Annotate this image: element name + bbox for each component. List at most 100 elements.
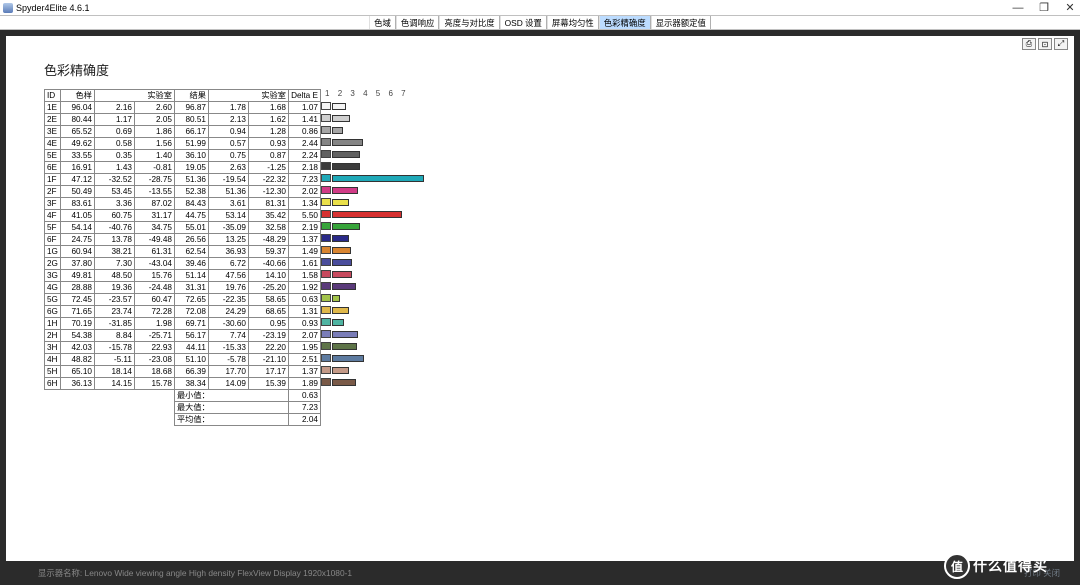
table-row: 3G49.8148.5015.7651.1447.5614.101.58	[45, 270, 321, 282]
fit-icon[interactable]: ⊡	[1038, 38, 1052, 50]
table-row: 5G72.45-23.5760.4772.65-22.3558.650.63	[45, 294, 321, 306]
color-swatch	[321, 102, 331, 110]
color-swatch	[321, 258, 331, 266]
delta-e-bar	[332, 355, 364, 362]
cell-b: 48.50	[94, 270, 134, 282]
cell-f: -48.29	[248, 234, 288, 246]
delta-e-bar	[332, 379, 356, 386]
tab-brightness-contrast[interactable]: 亮度与对比度	[439, 16, 499, 29]
bar-row	[321, 124, 424, 136]
table-header-row: ID 色样 实验室 结果 实验室 Delta E	[45, 90, 321, 102]
tab-tone-response[interactable]: 色调响应	[396, 16, 440, 29]
table-row: 5F54.14-40.7634.7555.01-35.0932.582.19	[45, 222, 321, 234]
cell-e: 0.94	[208, 126, 248, 138]
tab-osd-settings[interactable]: OSD 设置	[500, 16, 547, 29]
cell-delta-e: 1.41	[288, 114, 320, 126]
cell-f: 32.58	[248, 222, 288, 234]
sheet-toolbar: ⎙ ⊡ ⤢	[1022, 38, 1068, 50]
axis-tick: 6	[384, 89, 397, 100]
table-row: 2E80.441.172.0580.512.131.621.41	[45, 114, 321, 126]
cell-id: 2E	[45, 114, 61, 126]
summary-min-value: 0.63	[288, 390, 320, 402]
cell-f: 81.31	[248, 198, 288, 210]
cell-e: 1.78	[208, 102, 248, 114]
tab-rating[interactable]: 显示器额定值	[651, 16, 711, 29]
bar-row	[321, 316, 424, 328]
tab-uniformity[interactable]: 屏幕均匀性	[547, 16, 599, 29]
cell-e: -5.78	[208, 354, 248, 366]
bar-row	[321, 208, 424, 220]
table-row: 2F50.4953.45-13.5552.3851.36-12.302.02	[45, 186, 321, 198]
color-swatch	[321, 174, 331, 182]
color-swatch	[321, 330, 331, 338]
cell-delta-e: 7.23	[288, 174, 320, 186]
delta-e-bar	[332, 223, 360, 230]
cell-f: 0.95	[248, 318, 288, 330]
delta-e-bar	[332, 211, 402, 218]
cell-e: 14.09	[208, 378, 248, 390]
cell-c: -13.55	[134, 186, 174, 198]
status-bar: 显示器名称: Lenovo Wide viewing angle High de…	[38, 567, 1060, 579]
cell-e: 47.56	[208, 270, 248, 282]
bar-row	[321, 136, 424, 148]
bar-row	[321, 292, 424, 304]
cell-c: 18.68	[134, 366, 174, 378]
maximize-button[interactable]: ❐	[1037, 1, 1051, 14]
delta-e-bar	[332, 259, 352, 266]
tab-color-accuracy[interactable]: 色彩精确度	[599, 16, 651, 29]
cell-d: 72.65	[174, 294, 208, 306]
table-row: 1G60.9438.2161.3162.5436.9359.371.49	[45, 246, 321, 258]
cell-delta-e: 1.31	[288, 306, 320, 318]
cell-a: 48.82	[60, 354, 94, 366]
color-swatch	[321, 306, 331, 314]
cell-id: 5G	[45, 294, 61, 306]
color-swatch	[321, 126, 331, 134]
delta-e-bar-chart: 1 2 3 4 5 6 7	[321, 89, 424, 388]
cell-delta-e: 1.58	[288, 270, 320, 282]
cell-e: -22.35	[208, 294, 248, 306]
bar-row	[321, 244, 424, 256]
cell-a: 96.04	[60, 102, 94, 114]
table-row: 6E16.911.43-0.8119.052.63-1.252.18	[45, 162, 321, 174]
print-icon[interactable]: ⎙	[1022, 38, 1036, 50]
cell-id: 6G	[45, 306, 61, 318]
summary-max-row: 最大值： 7.23	[45, 402, 321, 414]
cell-a: 54.14	[60, 222, 94, 234]
cell-d: 51.99	[174, 138, 208, 150]
cell-a: 42.03	[60, 342, 94, 354]
cell-b: -31.85	[94, 318, 134, 330]
cell-id: 5F	[45, 222, 61, 234]
cell-c: 1.40	[134, 150, 174, 162]
cell-delta-e: 2.19	[288, 222, 320, 234]
cell-delta-e: 2.07	[288, 330, 320, 342]
cell-c: 72.28	[134, 306, 174, 318]
bar-row	[321, 340, 424, 352]
cell-id: 6E	[45, 162, 61, 174]
delta-e-bar	[332, 103, 346, 110]
window-title: Spyder4Elite 4.6.1	[16, 3, 90, 13]
cell-a: 37.80	[60, 258, 94, 270]
minimize-button[interactable]: —	[1011, 2, 1025, 14]
watermark-icon: 值	[944, 553, 970, 579]
summary-min-row: 最小值： 0.63	[45, 390, 321, 402]
close-button[interactable]: ✕	[1063, 1, 1077, 14]
cell-f: -23.19	[248, 330, 288, 342]
cell-d: 51.36	[174, 174, 208, 186]
tab-gamut[interactable]: 色域	[369, 16, 396, 29]
cell-f: 0.93	[248, 138, 288, 150]
cell-c: -25.71	[134, 330, 174, 342]
delta-e-bar	[332, 271, 352, 278]
cell-delta-e: 1.37	[288, 234, 320, 246]
cell-delta-e: 2.51	[288, 354, 320, 366]
bar-axis: 1 2 3 4 5 6 7	[321, 89, 424, 100]
col-id: ID	[45, 90, 61, 102]
table-row: 4H48.82-5.11-23.0851.10-5.78-21.102.51	[45, 354, 321, 366]
cell-d: 66.17	[174, 126, 208, 138]
axis-tick: 5	[372, 89, 385, 100]
cell-d: 52.38	[174, 186, 208, 198]
summary-avg-row: 平均值： 2.04	[45, 414, 321, 426]
cell-id: 3F	[45, 198, 61, 210]
color-swatch	[321, 366, 331, 374]
zoom-icon[interactable]: ⤢	[1054, 38, 1068, 50]
axis-tick: 1	[321, 89, 334, 100]
